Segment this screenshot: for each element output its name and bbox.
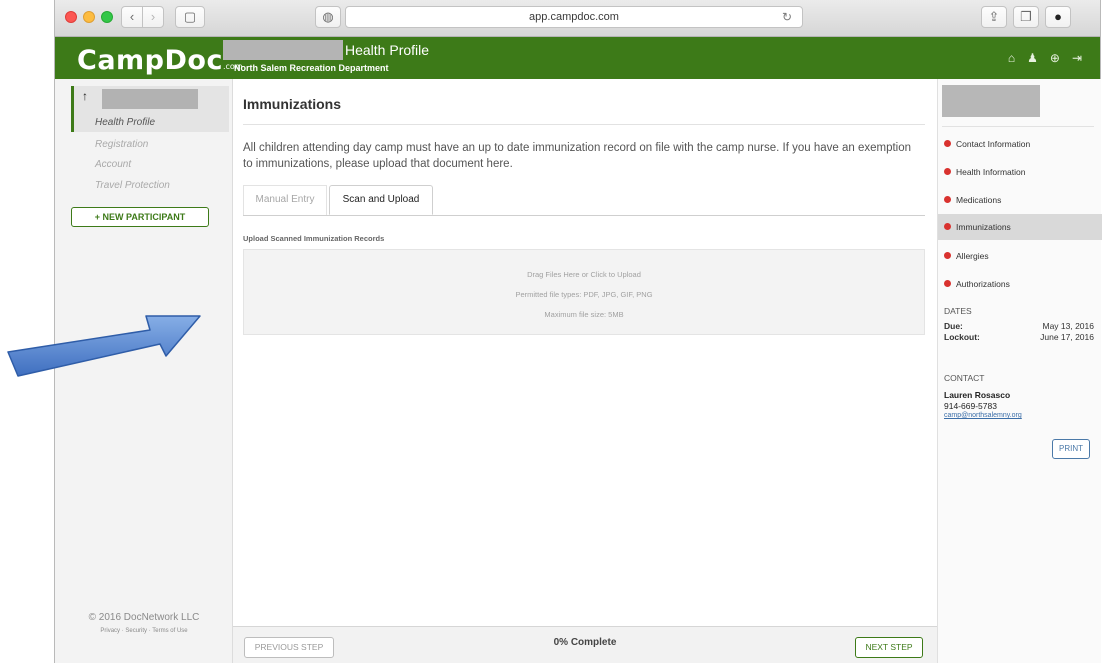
- main-content: Immunizations All children attending day…: [233, 79, 937, 663]
- sidebar-item-health-profile[interactable]: Health Profile: [95, 117, 155, 128]
- home-icon[interactable]: ⌂: [1008, 51, 1015, 65]
- tab-scan-and-upload[interactable]: Scan and Upload: [329, 185, 433, 215]
- due-value: May 13, 2016: [1042, 321, 1094, 331]
- tab-divider: [243, 215, 925, 216]
- page-title: Immunizations: [243, 96, 342, 112]
- status-dot-icon: [944, 280, 951, 287]
- up-arrow-icon[interactable]: ↑: [82, 89, 88, 103]
- close-window-button[interactable]: [65, 11, 77, 23]
- tab-manual-entry[interactable]: Manual Entry: [243, 185, 327, 215]
- organization-name: North Salem Recreation Department: [234, 63, 389, 73]
- browser-window: ‹ › ▢ ◍ app.campdoc.com ↻ ⇪ ❐ ● CampDoc.…: [54, 0, 1102, 663]
- section-label: Contact Information: [956, 139, 1031, 149]
- lockout-value: June 17, 2016: [1040, 332, 1094, 342]
- section-label: Health Information: [956, 167, 1026, 177]
- extension-icon[interactable]: ●: [1045, 6, 1071, 28]
- logo-text: CampDoc: [77, 45, 223, 76]
- lockout-date-row: Lockout: June 17, 2016: [944, 332, 1094, 342]
- address-bar[interactable]: app.campdoc.com ↻: [345, 6, 803, 28]
- section-medications[interactable]: Medications: [938, 187, 1102, 213]
- section-contact-information[interactable]: Contact Information: [938, 131, 1102, 157]
- section-immunizations[interactable]: Immunizations: [938, 214, 1102, 240]
- status-dot-icon: [944, 140, 951, 147]
- share-icon[interactable]: ⇪: [981, 6, 1007, 28]
- annotation-arrow-icon: [7, 315, 201, 377]
- section-label: Authorizations: [956, 279, 1010, 289]
- app-header: CampDoc.com Health Profile North Salem R…: [55, 37, 1100, 79]
- print-button[interactable]: PRINT: [1052, 439, 1090, 459]
- minimize-window-button[interactable]: [83, 11, 95, 23]
- dropzone-instruction: Drag Files Here or Click to Upload: [527, 270, 641, 279]
- step-footer: PREVIOUS STEP 0% Complete NEXT STEP: [233, 626, 937, 663]
- section-health-information[interactable]: Health Information: [938, 159, 1102, 185]
- privacy-shield-icon[interactable]: ◍: [315, 6, 341, 28]
- intro-text: All children attending day camp must hav…: [243, 142, 912, 170]
- contact-heading: CONTACT: [944, 373, 985, 383]
- status-dot-icon: [944, 196, 951, 203]
- back-icon[interactable]: ‹: [121, 6, 143, 28]
- status-dot-icon: [944, 168, 951, 175]
- contact-phone: 914-669-5783: [944, 401, 997, 411]
- redacted-participant-name: [102, 89, 198, 109]
- address-bar-url: app.campdoc.com: [529, 11, 619, 23]
- contact-email-link[interactable]: camp@northsalemny.org: [944, 412, 1022, 419]
- next-step-button[interactable]: NEXT STEP: [855, 637, 923, 658]
- help-icon[interactable]: ⊕: [1050, 51, 1060, 65]
- sidebar-item-account[interactable]: Account: [95, 159, 131, 170]
- logout-icon[interactable]: ⇥: [1072, 51, 1082, 65]
- copyright-text: © 2016 DocNetwork LLC: [88, 612, 200, 623]
- upload-section-label: Upload Scanned Immunization Records: [243, 234, 385, 243]
- sidebar-item-registration[interactable]: Registration: [95, 139, 148, 150]
- sidebar-item-travel-protection[interactable]: Travel Protection: [95, 180, 170, 191]
- contact-name: Lauren Rosasco: [944, 390, 1011, 400]
- reload-icon[interactable]: ↻: [782, 7, 792, 27]
- campdoc-logo[interactable]: CampDoc.com: [77, 45, 243, 76]
- new-participant-button[interactable]: + NEW PARTICIPANT: [71, 207, 209, 227]
- section-label: Medications: [956, 195, 1002, 205]
- dropzone-max-size: Maximum file size: 5MB: [544, 310, 624, 319]
- divider: [243, 124, 925, 125]
- user-icon[interactable]: ♟: [1027, 51, 1038, 65]
- right-sidebar: Contact Information Health Information M…: [937, 79, 1102, 663]
- due-label: Due:: [944, 321, 963, 331]
- redacted-participant-name: [942, 85, 1040, 117]
- page-heading: Health Profile: [345, 42, 430, 58]
- sidebar-toggle-icon[interactable]: ▢: [175, 6, 205, 28]
- forward-icon[interactable]: ›: [142, 6, 164, 28]
- legal-links[interactable]: Privacy · Security · Terms of Use: [55, 628, 233, 634]
- section-label: Immunizations: [956, 222, 1011, 232]
- lockout-label: Lockout:: [944, 332, 980, 342]
- dropzone-file-types: Permitted file types: PDF, JPG, GIF, PNG: [515, 290, 653, 299]
- header-icons: ⌂ ♟ ⊕ ⇥: [1008, 51, 1082, 65]
- zoom-window-button[interactable]: [101, 11, 113, 23]
- section-allergies[interactable]: Allergies: [938, 243, 1102, 269]
- status-dot-icon: [944, 252, 951, 259]
- progress-text: 0% Complete: [553, 637, 617, 648]
- dates-heading: DATES: [944, 306, 972, 316]
- due-date-row: Due: May 13, 2016: [944, 321, 1094, 331]
- status-dot-icon: [944, 223, 951, 230]
- section-label: Allergies: [956, 251, 989, 261]
- file-dropzone[interactable]: Drag Files Here or Click to Upload Permi…: [243, 249, 925, 335]
- tabs-overview-icon[interactable]: ❐: [1013, 6, 1039, 28]
- redacted-participant-name: [223, 40, 343, 60]
- browser-toolbar: ‹ › ▢ ◍ app.campdoc.com ↻ ⇪ ❐ ●: [55, 0, 1100, 37]
- section-authorizations[interactable]: Authorizations: [938, 271, 1102, 297]
- divider: [942, 126, 1094, 127]
